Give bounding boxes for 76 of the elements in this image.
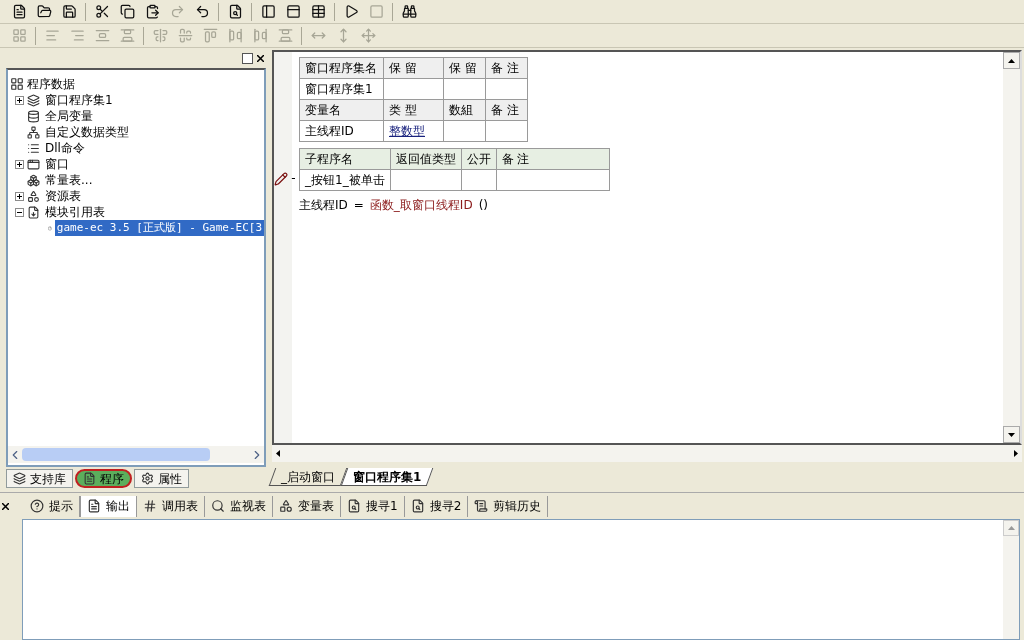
tree-node-icon [27, 141, 40, 155]
program-data-icon [10, 77, 24, 91]
table-cell: 窗口程序集1 [299, 78, 384, 100]
tree-item[interactable]: 资源表 [43, 187, 83, 205]
question-icon [30, 499, 44, 513]
code-variable: 主线程ID [299, 197, 348, 214]
column-header: 数組 [443, 99, 486, 121]
scroll-right-icon[interactable] [1014, 450, 1018, 457]
tree-item[interactable]: 自定义数据类型 [43, 123, 131, 141]
scroll-down-icon[interactable] [1008, 432, 1015, 437]
magnifier-document-icon [347, 499, 361, 513]
scroll-up-icon[interactable] [1008, 58, 1015, 63]
column-header: 窗口程序集名 [299, 57, 384, 79]
tree-node-icon [27, 93, 40, 107]
output-tab[interactable]: 剪辑历史 [468, 495, 549, 517]
maximize-button[interactable] [242, 52, 253, 64]
tree-item[interactable]: 模块引用表 [43, 203, 107, 221]
column-header: 公开 [461, 148, 497, 170]
output-tab[interactable]: 输出 [80, 495, 137, 517]
column-header: 变量名 [299, 99, 384, 121]
panel-tab[interactable]: 程序 [75, 469, 132, 488]
books-icon [13, 472, 26, 485]
tree-node-icon [27, 189, 40, 203]
collapse-icon[interactable] [14, 207, 24, 217]
column-header: 保 留 [383, 57, 444, 79]
editor-tab[interactable]: 窗口程序集1 [340, 468, 434, 486]
table-cell: _按钮1_被单击 [299, 169, 391, 191]
tree-item[interactable]: game-ec 3.5 [正式版] - Game-EC[3 [54, 219, 264, 237]
tree-item[interactable]: 全局变量 [43, 107, 95, 125]
tree-item[interactable]: 常量表... [43, 171, 95, 189]
output-tab[interactable]: 变量表 [273, 495, 341, 517]
tree-node-icon [27, 173, 40, 187]
shapes-icon [279, 499, 293, 513]
column-header: 保 留 [443, 57, 486, 79]
tree-node-icon [27, 157, 40, 171]
close-button[interactable] [2, 502, 12, 510]
gear-icon [141, 472, 154, 485]
output-tab[interactable]: 监视表 [205, 495, 273, 517]
editor-tab[interactable]: _启动窗口 [268, 468, 348, 486]
vertical-scrollbar[interactable] [1003, 52, 1020, 443]
expand-icon[interactable] [14, 95, 24, 105]
tree-item[interactable]: Dll命令 [43, 139, 87, 157]
expand-icon[interactable] [14, 159, 24, 169]
search-icon [211, 499, 225, 513]
output-tab[interactable]: 搜寻1 [341, 495, 405, 517]
column-header: 备 注 [485, 99, 528, 121]
column-header: 备 注 [485, 57, 528, 79]
document-icon [87, 499, 101, 513]
output-tab[interactable]: 搜寻2 [404, 495, 469, 517]
editor-horizontal-scrollbar[interactable] [272, 445, 1022, 462]
expand-icon[interactable] [14, 191, 24, 201]
code-operator: = [353, 197, 364, 214]
code-args: () [478, 197, 488, 214]
column-header: 返回值类型 [390, 148, 462, 170]
close-button[interactable] [255, 52, 266, 64]
scroll-icon [474, 499, 489, 513]
output-tab[interactable]: 调用表 [137, 495, 205, 517]
tree-node-icon [27, 109, 40, 123]
tree-node-icon [27, 125, 40, 139]
column-header: 备 注 [496, 148, 610, 170]
column-header: 类 型 [383, 99, 444, 121]
tree-root[interactable]: 程序数据 [27, 75, 75, 93]
panel-tab[interactable]: 属性 [134, 469, 189, 488]
magnifier-document-icon [410, 499, 425, 513]
tree-item[interactable]: 窗口 [43, 155, 71, 173]
pencil-icon [274, 172, 288, 186]
document-icon [83, 472, 96, 485]
tree-node-icon [27, 205, 40, 219]
table-cell: 主线程ID [299, 120, 384, 142]
tree-item[interactable]: 窗口程序集1 [43, 91, 115, 109]
code-function: 函数_取窗口线程ID [369, 197, 473, 214]
column-header: 子程序名 [299, 148, 391, 170]
fold-marker[interactable]: - [288, 169, 299, 187]
panel-tab[interactable]: 支持库 [6, 469, 73, 488]
grid-icon [143, 499, 157, 513]
scroll-left-icon[interactable] [276, 450, 280, 457]
